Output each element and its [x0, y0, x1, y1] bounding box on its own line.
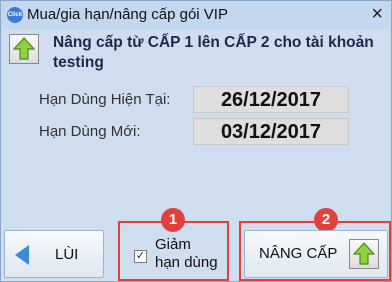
current-expiry-value: 26/12/2017: [193, 86, 349, 113]
upgrade-heading: Nâng cấp từ CẤP 1 lên CẤP 2 cho tài khoả…: [53, 34, 374, 71]
back-button-label: LÙI: [55, 246, 79, 263]
current-expiry-label: Hạn Dùng Hiện Tại:: [39, 91, 171, 108]
title-bar[interactable]: Click Mua/gia hạn/nâng cấp gói VIP ×: [1, 1, 391, 29]
window-title: Mua/gia hạn/nâng cấp gói VIP: [27, 6, 228, 23]
step-badge-2: 2: [314, 208, 338, 232]
reduce-expiry-label-line2: hạn dùng: [155, 254, 218, 271]
dialog-window: Click Mua/gia hạn/nâng cấp gói VIP × Nân…: [0, 0, 392, 282]
upgrade-button[interactable]: NÂNG CẤP: [244, 230, 388, 278]
reduce-expiry-label[interactable]: Giảm hạn dùng: [155, 236, 218, 272]
upgrade-button-label: NÂNG CẤP: [259, 245, 338, 262]
new-expiry-value: 03/12/2017: [193, 118, 349, 145]
close-button[interactable]: ×: [371, 3, 383, 25]
blue-left-arrow-icon: [15, 245, 29, 265]
green-up-arrow-icon: [349, 239, 379, 269]
app-logo-icon: Click: [7, 7, 23, 23]
back-button[interactable]: LÙI: [4, 230, 104, 278]
step-badge-1: 1: [161, 208, 185, 232]
new-expiry-label: Hạn Dùng Mới:: [39, 123, 141, 140]
green-up-arrow-icon: [9, 34, 39, 64]
reduce-expiry-checkbox[interactable]: ✓: [134, 250, 147, 263]
reduce-expiry-label-line1: Giảm: [155, 236, 191, 253]
